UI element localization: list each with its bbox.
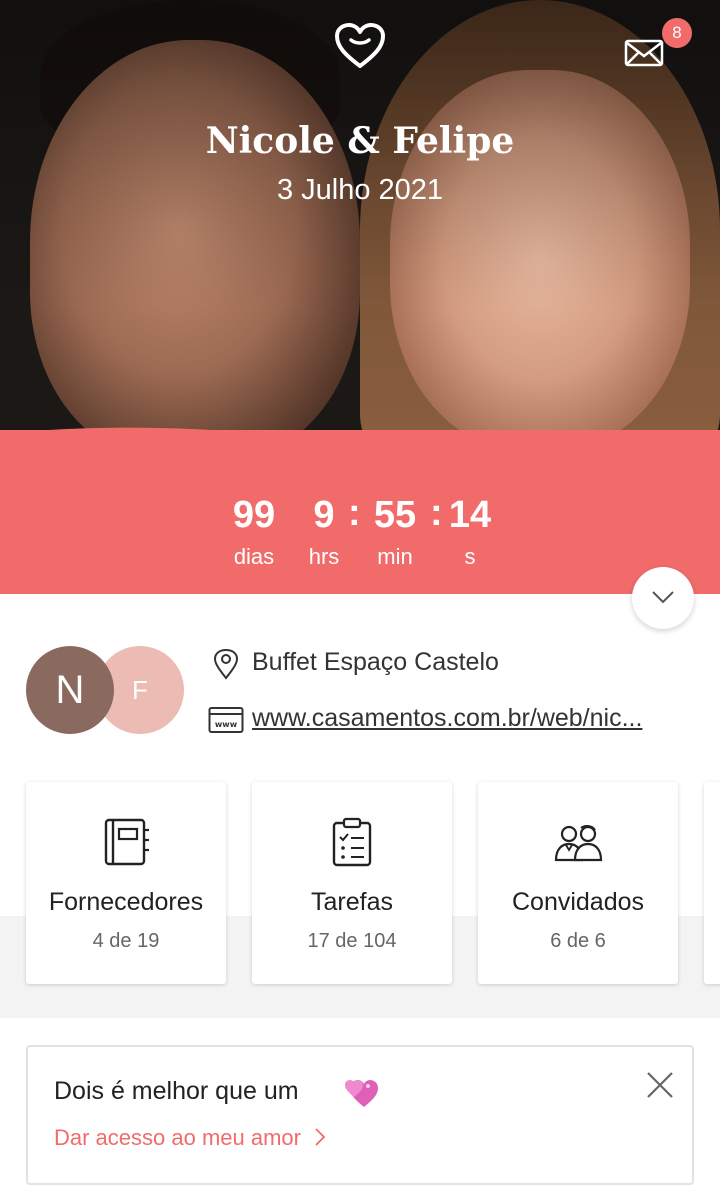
card-title: Convidados [511, 888, 645, 916]
card-title: Fornecedores [48, 888, 204, 916]
card-progress: 4 de 19 [92, 930, 160, 952]
countdown-seconds: 14 [448, 494, 492, 536]
card-title: Tarefas [311, 888, 393, 916]
location-pin-icon [213, 648, 239, 680]
expand-button[interactable] [632, 567, 694, 629]
card-tarefas[interactable]: Tarefas 17 de 104 [252, 782, 452, 984]
hearts-emoji-icon [345, 1080, 378, 1107]
card-progress: 17 de 104 [307, 930, 397, 952]
website-icon: www [208, 707, 244, 733]
unread-badge: 8 [662, 18, 692, 48]
website-link[interactable]: www.casamentos.com.br/web/nic... [252, 704, 682, 733]
chevron-down-icon [652, 591, 674, 604]
notebook-icon [104, 818, 149, 866]
countdown-hours-label: hrs [308, 544, 340, 569]
countdown-minutes-label: min [377, 544, 413, 569]
wave-divider [0, 427, 720, 470]
heart-logo-icon [335, 23, 385, 68]
card-fornecedores[interactable]: Fornecedores 4 de 19 [26, 782, 226, 984]
promo-banner: Dois é melhor que um Dar acesso ao meu a… [26, 1045, 694, 1185]
countdown-days-label: dias [233, 544, 275, 569]
close-icon[interactable] [644, 1069, 676, 1101]
mail-icon[interactable] [624, 38, 664, 68]
countdown-minutes: 55 [373, 494, 417, 536]
card-convidados[interactable]: Convidados 6 de 6 [478, 782, 678, 984]
user-avatar[interactable]: N [26, 646, 114, 734]
card-progress: 6 de 6 [550, 930, 606, 952]
svg-text:www: www [215, 720, 238, 729]
guests-icon [554, 824, 603, 862]
venue-name[interactable]: Buffet Espaço Castelo [252, 648, 499, 677]
checklist-icon [332, 817, 372, 867]
wedding-date: 3 Julho 2021 [276, 174, 444, 206]
card-next-peek[interactable] [704, 782, 720, 984]
couple-names: Nicole & Felipe [205, 120, 515, 162]
promo-link-label: Dar acesso ao meu amor [54, 1125, 301, 1150]
promo-link[interactable]: Dar acesso ao meu amor [54, 1125, 327, 1151]
countdown-days: 99 [232, 494, 276, 536]
chevron-right-icon [315, 1128, 326, 1146]
countdown-seconds-label: s [464, 544, 476, 569]
promo-title: Dois é melhor que um [54, 1077, 299, 1105]
